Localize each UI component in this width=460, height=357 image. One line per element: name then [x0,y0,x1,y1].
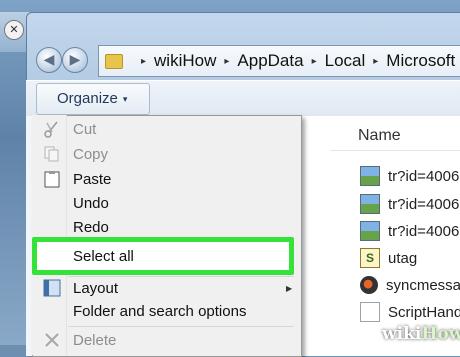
breadcrumb-wikihow[interactable]: wikiHow [154,51,216,71]
scissors-icon [44,121,58,138]
file-name: ScriptHand [388,303,460,321]
submenu-arrow-icon: ▶ [286,284,293,293]
address-bar[interactable]: ▸ wikiHow ▸ AppData ▸ Local ▸ Microsoft [98,45,460,77]
organize-label: Organize [57,90,118,107]
forward-arrow-icon: ▶ [69,51,81,67]
script-file-icon: S [360,248,380,268]
menu-item-delete[interactable]: Delete [73,329,116,353]
media-file-icon [360,276,378,294]
watermark-how: How [421,324,460,344]
folder-icon [105,53,123,69]
menu-item-select-all[interactable]: Select all [73,245,134,269]
file-name: tr?id=4006 [388,167,460,185]
breadcrumb-separator: ▸ [224,55,230,67]
file-row[interactable]: tr?id=4006 [360,219,459,243]
breadcrumb-appdata[interactable]: AppData [237,51,303,71]
file-name: utag [388,249,418,267]
chevron-down-icon: ▾ [122,94,128,105]
image-file-icon [360,166,380,186]
back-button[interactable]: ◀ [36,47,62,73]
file-row[interactable]: syncmessa [360,273,460,297]
menu-item-folder-options[interactable]: Folder and search options [73,300,246,324]
file-name: syncmessa [386,276,460,294]
menu-item-layout[interactable]: Layout [73,277,118,301]
paste-icon [44,171,60,188]
close-icon[interactable]: ✕ [4,20,24,40]
breadcrumb-local[interactable]: Local [325,51,366,71]
menu-item-cut[interactable]: Cut [73,118,96,142]
layout-icon [43,279,61,297]
wikihow-watermark: wikiHow [382,324,460,344]
file-name: tr?id=4006 [388,222,460,240]
menu-separator [68,326,294,327]
header-divider [330,150,460,151]
menu-item-undo[interactable]: Undo [73,192,109,216]
select-all-highlight [32,237,294,275]
file-row[interactable]: ScriptHand [360,300,460,324]
copy-icon [44,146,59,162]
image-file-icon [360,194,380,214]
breadcrumb-microsoft[interactable]: Microsoft [386,51,455,71]
menu-item-paste[interactable]: Paste [73,168,111,192]
file-row[interactable]: tr?id=4006 [360,164,459,188]
back-arrow-icon: ◀ [43,51,55,67]
delete-icon [45,333,59,347]
file-row[interactable]: S utag [360,246,417,270]
organize-button[interactable]: Organize ▾ [36,83,150,115]
document-file-icon [360,302,380,322]
breadcrumb-separator: ▸ [373,55,379,67]
file-name: tr?id=4006 [388,195,460,213]
file-row[interactable]: tr?id=4006 [360,192,459,216]
menu-item-copy[interactable]: Copy [73,143,108,167]
forward-button[interactable]: ▶ [62,47,88,73]
breadcrumb-separator: ▸ [141,55,147,67]
breadcrumb-separator: ▸ [311,55,317,67]
image-file-icon [360,221,380,241]
watermark-wiki: wiki [382,324,422,344]
column-header-name[interactable]: Name [358,127,401,145]
